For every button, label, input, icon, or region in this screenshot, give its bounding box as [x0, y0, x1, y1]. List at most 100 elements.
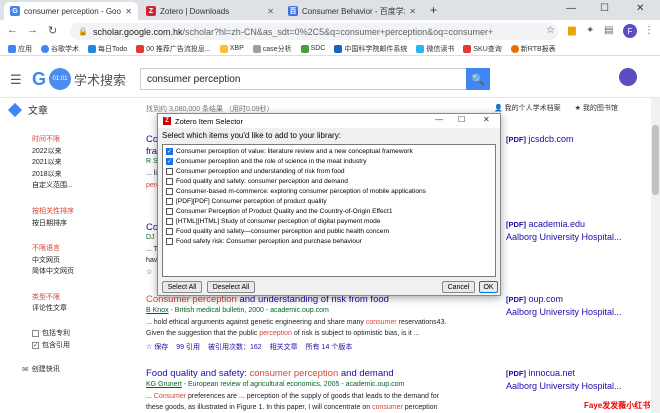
select-all-button[interactable]: Select All — [162, 281, 202, 293]
list-item[interactable]: Consumer Perception of Product Quality a… — [166, 208, 392, 215]
folder-extension-icon[interactable]: ▆ — [568, 25, 576, 36]
result-2-author[interactable]: DJ — [146, 234, 155, 241]
close-window-button[interactable]: ✕ — [636, 3, 644, 14]
minimize-button[interactable]: — — [566, 3, 576, 14]
search-input[interactable]: consumer perception — [140, 68, 466, 90]
time-filter-2018[interactable]: 2018以来 — [32, 169, 62, 179]
language-any[interactable]: 不限语言 — [32, 243, 60, 253]
item-checkbox[interactable] — [166, 168, 173, 175]
library-link-1[interactable]: Aalborg University Hospital... — [506, 232, 622, 242]
reading-list-icon[interactable]: ▤ — [604, 25, 613, 36]
dialog-minimize-button[interactable]: — — [435, 115, 443, 124]
language-chinese[interactable]: 中文网页 — [32, 255, 60, 265]
item-checkbox[interactable] — [166, 198, 173, 205]
type-review[interactable]: 评论性文章 — [32, 303, 67, 313]
list-item[interactable]: Food quality and safety—consumer percept… — [166, 228, 389, 235]
puzzle-extension-icon[interactable]: ✦ — [586, 25, 594, 36]
maximize-button[interactable]: ☐ — [600, 3, 609, 14]
user-avatar[interactable] — [619, 68, 637, 86]
all-versions-link[interactable]: 所有 14 个版本 — [306, 342, 353, 352]
cite-link[interactable]: 99 引用 — [176, 342, 200, 352]
create-alert[interactable]: ✉ 创建快讯 — [22, 364, 60, 374]
my-library-link[interactable]: ★ 我的图书馆 — [575, 103, 618, 113]
dialog-close-button[interactable]: ✕ — [483, 115, 490, 124]
bookmark-rtb[interactable]: 新RTB报表 — [510, 44, 556, 54]
list-item[interactable]: Food quality and safety: consumer percep… — [166, 178, 348, 185]
pdf-link-academia[interactable]: [PDF] academia.edu — [506, 219, 585, 229]
item-checkbox[interactable] — [166, 228, 173, 235]
more-menu-icon[interactable]: ⋮ — [644, 25, 654, 36]
bookmark-sku[interactable]: SKU查询 — [463, 44, 502, 54]
save-star-icon[interactable]: ☆ — [146, 268, 152, 276]
close-tab-icon[interactable]: ✕ — [409, 7, 416, 16]
list-item[interactable]: ✓ Consumer perception of value: literatur… — [166, 148, 413, 155]
time-filter-2022[interactable]: 2022以来 — [32, 146, 62, 156]
tab-baidu[interactable]: 百 Consumer Behavior - 百度学术 ✕ — [282, 2, 422, 20]
pdf-link-oup[interactable]: [PDF] oup.com — [506, 294, 563, 304]
include-patents[interactable]: 包括专利 — [32, 328, 70, 338]
language-simplified[interactable]: 简体中文网页 — [32, 266, 74, 276]
dialog-titlebar[interactable]: Z Zotero Item Selector — [158, 114, 500, 128]
list-item[interactable]: [PDF][PDF] Consumer perception of produc… — [166, 198, 327, 205]
hamburger-menu-icon[interactable]: ☰ — [10, 72, 22, 88]
tab-google-scholar[interactable]: G consumer perception - Google ✕ — [4, 2, 138, 20]
cited-by-link[interactable]: 被引用次数：162 — [208, 342, 262, 352]
list-item[interactable]: [HTML][HTML] Study of consumer perceptio… — [166, 218, 381, 225]
item-checkbox[interactable] — [166, 188, 173, 195]
bookmark-cas-mail[interactable]: 中国科学院邮件系统 — [334, 44, 407, 54]
item-checkbox[interactable]: ✓ — [166, 158, 173, 165]
time-filter-2021[interactable]: 2021以来 — [32, 157, 62, 167]
scrollbar-thumb[interactable] — [652, 125, 659, 195]
reload-icon[interactable]: ↻ — [48, 24, 57, 37]
bookmark-todo[interactable]: 每日Todo — [88, 44, 127, 54]
tab-zotero[interactable]: Z Zotero | Downloads ✕ — [140, 2, 280, 20]
item-checkbox[interactable] — [166, 178, 173, 185]
list-item[interactable]: Consumer-based m-commerce: exploring con… — [166, 188, 426, 195]
result-4-title[interactable]: Food quality and safety: consumer percep… — [146, 368, 394, 379]
list-item[interactable]: Food safety risk: Consumer perception an… — [166, 238, 362, 245]
bookmark-weread[interactable]: 微信读书 — [416, 44, 454, 54]
item-checkbox[interactable] — [166, 238, 173, 245]
my-profile-link[interactable]: 👤 我的个人学术档案 — [494, 103, 561, 113]
result-1-author[interactable]: R S — [146, 158, 158, 165]
new-tab-button[interactable]: + — [430, 3, 437, 17]
item-checkbox[interactable] — [166, 208, 173, 215]
include-citations[interactable]: ✓ 包含引用 — [32, 340, 70, 350]
bookmark-star-icon[interactable]: ☆ — [546, 25, 555, 36]
time-filter-custom[interactable]: 自定义范围... — [32, 180, 73, 190]
close-tab-icon[interactable]: ✕ — [267, 7, 274, 16]
save-link[interactable]: ☆ 保存 — [146, 342, 168, 352]
pdf-link-jcsdcb[interactable]: [PDF] jcsdcb.com — [506, 134, 574, 144]
dialog-maximize-button[interactable]: ☐ — [458, 115, 465, 124]
item-checkbox[interactable] — [166, 218, 173, 225]
back-icon[interactable]: ← — [7, 24, 18, 36]
deselect-all-button[interactable]: Deselect All — [207, 281, 255, 293]
ok-button[interactable]: OK — [479, 281, 498, 293]
citations-checkbox[interactable]: ✓ — [32, 341, 39, 349]
bookmark-case[interactable]: case分析 — [252, 44, 292, 54]
bookmark-sdc[interactable]: SDC — [300, 44, 325, 53]
list-item[interactable]: ✓ Consumer perception and the role of sci… — [166, 158, 367, 165]
bookmark-apps[interactable]: 应用 — [8, 44, 32, 54]
library-link-2[interactable]: Aalborg University Hospital... — [506, 307, 622, 317]
related-articles-link[interactable]: 相关文章 — [270, 342, 298, 352]
close-tab-icon[interactable]: ✕ — [125, 7, 132, 16]
bookmark-xbp[interactable]: XBP — [219, 44, 244, 53]
address-bar[interactable]: 🔒 scholar.google.com.hk/scholar?hl=zh-CN… — [70, 23, 558, 40]
time-filter-any[interactable]: 时间不限 — [32, 134, 60, 144]
patents-checkbox[interactable] — [32, 329, 39, 337]
type-any[interactable]: 类型不限 — [32, 292, 60, 302]
pdf-link-innocua[interactable]: [PDF] innocua.net — [506, 368, 575, 378]
list-item[interactable]: Consumer perception and understanding of… — [166, 168, 345, 175]
bookmark-ads[interactable]: 00 推荐广告流投息... — [136, 44, 211, 54]
sort-relevance[interactable]: 按相关性排序 — [32, 206, 74, 216]
item-checkbox[interactable]: ✓ — [166, 148, 173, 155]
search-button[interactable]: 🔍 — [466, 68, 490, 90]
library-link-3[interactable]: Aalborg University Hospital... — [506, 381, 622, 391]
sort-date[interactable]: 按日期排序 — [32, 218, 67, 228]
scholar-logo[interactable]: G 01:01 学术搜索 — [32, 68, 126, 90]
forward-icon[interactable]: → — [27, 24, 38, 36]
profile-avatar[interactable]: F — [623, 24, 637, 38]
cancel-button[interactable]: Cancel — [442, 281, 475, 293]
bookmark-scholar[interactable]: 谷歌学术 — [41, 44, 79, 54]
